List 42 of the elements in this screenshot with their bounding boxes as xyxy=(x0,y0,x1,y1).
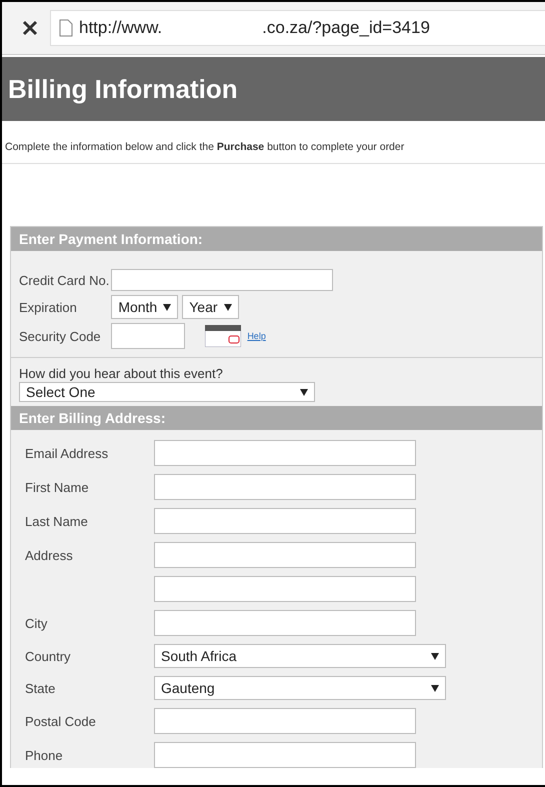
dropdown[interactable]: Gauteng xyxy=(154,676,446,700)
input-field[interactable] xyxy=(154,542,416,568)
caret-icon xyxy=(224,304,232,310)
instructions: Complete the information below and click the Purchase button to complete your order xyxy=(2,121,545,164)
close-icon[interactable] xyxy=(22,20,38,36)
card-icon xyxy=(205,325,242,347)
caret-icon xyxy=(431,684,439,692)
field-label: Postal Code xyxy=(25,714,97,728)
input-field[interactable] xyxy=(154,440,416,466)
field-label: Last Name xyxy=(25,514,89,528)
input-field[interactable] xyxy=(111,323,186,349)
input-field[interactable] xyxy=(154,708,416,734)
input-field[interactable] xyxy=(154,508,416,534)
input-field[interactable] xyxy=(154,474,416,500)
field-label: Country xyxy=(25,648,72,664)
field-label: State xyxy=(25,680,56,696)
dropdown[interactable]: South Africa xyxy=(154,644,446,668)
section-heading: Enter Payment Information: xyxy=(11,227,542,251)
section-heading: Enter Billing Address: xyxy=(11,406,542,430)
field-label: Phone xyxy=(25,748,64,762)
dropdown[interactable]: Select One xyxy=(19,382,315,402)
input-field[interactable] xyxy=(154,576,416,602)
input-field[interactable] xyxy=(154,742,416,768)
page-title: Billing Information xyxy=(8,74,238,104)
field-label: First Name xyxy=(25,480,90,494)
caret-icon xyxy=(431,652,439,660)
caret-icon xyxy=(300,388,308,396)
year-dropdown[interactable]: Year xyxy=(182,295,239,319)
field-label: Credit Card No. xyxy=(19,272,110,288)
question-label: How did you hear about this event? xyxy=(19,366,224,381)
field-label: Security Code xyxy=(19,328,102,344)
caret-icon xyxy=(163,304,172,310)
field-label: Address xyxy=(25,548,74,562)
field-label: Expiration xyxy=(19,300,78,314)
field-label: City xyxy=(25,616,48,630)
page-icon xyxy=(59,19,73,37)
help-link[interactable]: Help xyxy=(247,331,266,341)
month-dropdown[interactable]: Month xyxy=(111,295,178,319)
field-label: Email Address xyxy=(25,446,110,460)
input-field[interactable] xyxy=(111,269,334,291)
address-bar[interactable]: http://www. .co.za/?page_id=3419 xyxy=(50,10,545,46)
input-field[interactable] xyxy=(154,610,416,636)
